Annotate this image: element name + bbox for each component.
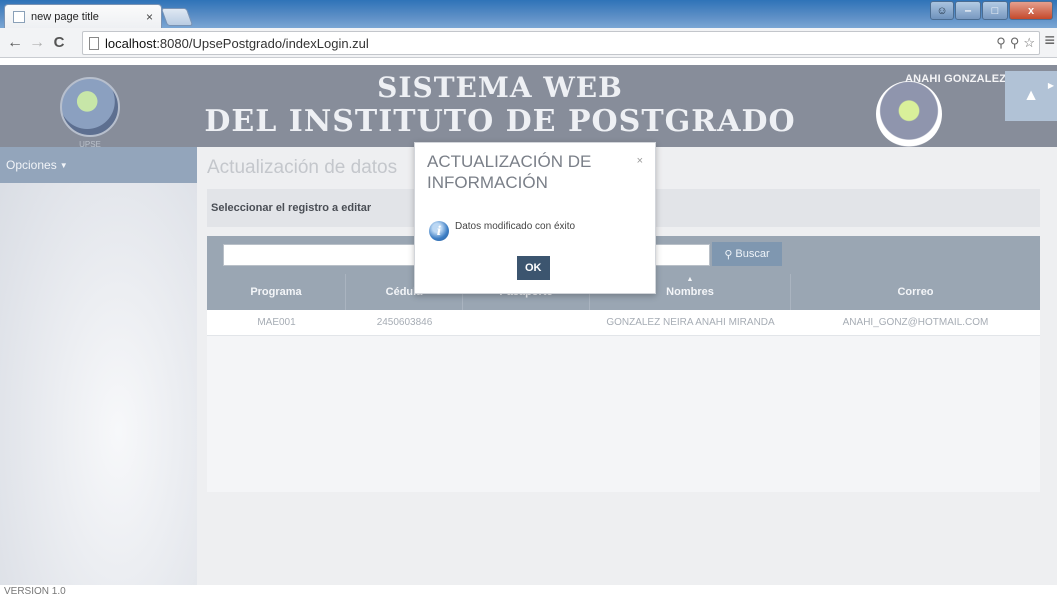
close-icon[interactable]: × xyxy=(637,155,643,167)
cell-pasaporte xyxy=(463,310,590,335)
panel-title: Seleccionar el registro a editar xyxy=(211,202,372,214)
chrome-menu-icon[interactable]: ≡ xyxy=(1044,30,1055,51)
browser-titlebar: new page title × ☺ ‒ □ x xyxy=(0,0,1057,28)
dialog-message: Datos modificado con éxito xyxy=(455,221,576,232)
tab-close-icon[interactable]: × xyxy=(146,10,153,24)
site-title-line2: DEL INSTITUTO DE POSTGRADO xyxy=(204,104,796,139)
bookmark-star-icon[interactable]: ☆ xyxy=(1023,35,1035,51)
maximize-button[interactable]: □ xyxy=(982,1,1008,20)
table-row[interactable]: MAE001 2450603846 GONZALEZ NEIRA ANAHI M… xyxy=(207,310,1040,336)
column-header-programa[interactable]: Programa xyxy=(207,274,346,310)
cell-nombres: GONZALEZ NEIRA ANAHI MIRANDA xyxy=(606,317,775,328)
site-title-line1: SISTEMA WEB xyxy=(377,71,623,104)
close-window-button[interactable]: x xyxy=(1009,1,1053,20)
new-tab-button[interactable] xyxy=(160,8,194,26)
cell-cedula: 2450603846 xyxy=(376,317,433,328)
column-header-nombres-label: Nombres xyxy=(666,286,714,298)
sidebar: Opciones ▼ xyxy=(0,147,197,585)
browser-tab[interactable]: new page title × xyxy=(4,4,162,28)
user-menu-button[interactable]: ▲ ▶ xyxy=(1005,71,1057,121)
caret-right-icon: ▶ xyxy=(1047,81,1054,90)
site-header: UPSE SISTEMA WEB DEL INSTITUTO DE POSTGR… xyxy=(0,65,1057,149)
browser-toolbar: ← → C localhost:8080/UpsePostgrado/index… xyxy=(0,28,1057,58)
forward-arrow-icon[interactable]: → xyxy=(26,34,48,52)
page-favicon-icon xyxy=(13,10,25,23)
address-bar-icons: ⚲ ⚲ ☆ xyxy=(996,35,1035,51)
minimize-button[interactable]: ‒ xyxy=(955,1,981,20)
info-dialog: ACTUALIZACIÓN DE INFORMACIÓN × i Datos m… xyxy=(414,142,656,294)
sort-up-icon: ▲ xyxy=(686,276,694,283)
page-title: Actualización de datos xyxy=(207,157,398,178)
upse-logo: UPSE xyxy=(60,77,120,149)
address-bar[interactable]: localhost:8080/UpsePostgrado/indexLogin.… xyxy=(82,31,1040,55)
ok-button[interactable]: OK xyxy=(517,256,550,280)
column-header-correo[interactable]: Correo xyxy=(791,274,1040,310)
user-icon: ▲ xyxy=(1023,87,1039,104)
options-menu[interactable]: Opciones ▼ xyxy=(0,147,197,183)
site-title: SISTEMA WEB DEL INSTITUTO DE POSTGRADO xyxy=(200,71,800,139)
user-name: ANAHI GONZALEZ xyxy=(905,73,1007,85)
search-button-label: Buscar xyxy=(735,248,770,260)
tab-title: new page title xyxy=(31,10,99,23)
version-label: VERSION 1.0 xyxy=(4,586,66,597)
ipg-logo xyxy=(876,81,942,147)
info-icon: i xyxy=(429,221,449,241)
zoom-icon[interactable]: ⚲ xyxy=(996,35,1006,51)
extension-icon[interactable]: ⚲ xyxy=(1010,35,1020,51)
search-button[interactable]: ⚲ Buscar xyxy=(712,242,782,266)
profile-icon[interactable]: ☺ xyxy=(930,1,954,20)
dialog-title: ACTUALIZACIÓN DE INFORMACIÓN xyxy=(427,152,592,192)
back-arrow-icon[interactable]: ← xyxy=(4,34,26,52)
search-icon: ⚲ xyxy=(724,248,733,261)
cell-correo: ANAHI_GONZ@HOTMAIL.COM xyxy=(842,317,989,328)
cell-programa: MAE001 xyxy=(257,317,296,328)
options-label: Opciones xyxy=(6,158,57,172)
url-text: localhost:8080/UpsePostgrado/indexLogin.… xyxy=(105,35,369,51)
caret-down-icon: ▼ xyxy=(59,160,68,170)
page-icon xyxy=(89,36,99,50)
window-controls: ☺ ‒ □ x xyxy=(930,1,1053,20)
reload-icon[interactable]: C xyxy=(48,34,70,51)
